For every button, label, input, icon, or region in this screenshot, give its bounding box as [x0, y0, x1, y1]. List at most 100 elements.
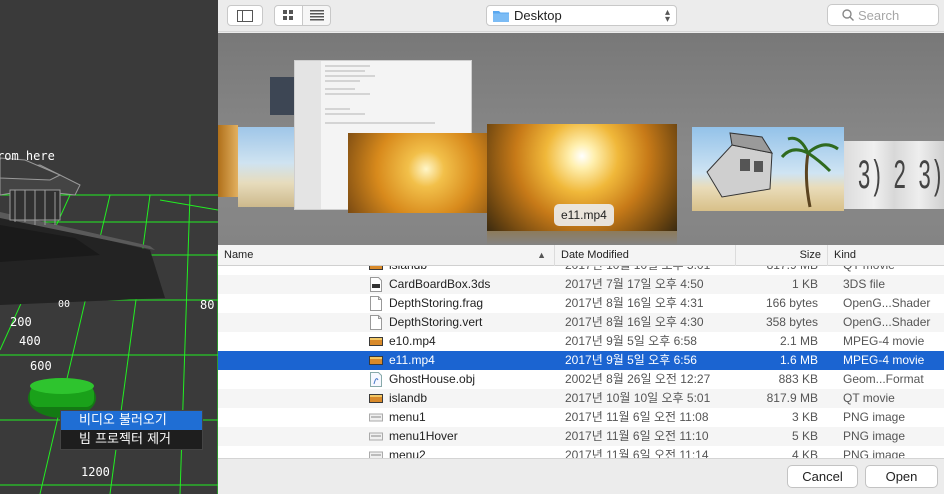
menu-item-remove-projector[interactable]: 빔 프로젝터 제거 — [61, 430, 202, 449]
file-size: 3 KB — [791, 410, 818, 424]
file-size: 817.9 MB — [766, 391, 818, 405]
file-name: DepthStoring.vert — [389, 315, 483, 329]
axis-label: 200 — [10, 315, 32, 329]
file-kind: MPEG-4 movie — [843, 334, 925, 348]
icon-view-button[interactable] — [274, 5, 303, 26]
search-icon — [842, 9, 854, 21]
file-name: CardBoardBox.3ds — [389, 277, 491, 291]
context-menu: 비디오 불러오기 빔 프로젝터 제거 — [60, 410, 203, 450]
file-kind: Geom...Format — [843, 372, 924, 386]
view-mode-control — [274, 5, 331, 26]
file-row[interactable]: menu1Hover 2017년 11월 6일 오전 11:10 5 KB PNG i… — [218, 427, 944, 446]
file-kind: QT movie — [843, 266, 944, 275]
list-header: Name ▲ Date Modified Size Kind — [218, 245, 944, 266]
file-kind: MPEG-4 movie — [843, 353, 925, 367]
file-row[interactable]: menu1 2017년 11월 6일 오전 11:08 3 KB PNG image — [218, 408, 944, 427]
obj-file-icon — [369, 372, 383, 387]
column-date-label: Date Modified — [561, 249, 629, 261]
house-palm-art — [706, 132, 839, 208]
axis-label: 400 — [19, 334, 41, 348]
sort-ascending-icon: ▲ — [537, 250, 546, 260]
3d-viewport[interactable]: rom here 200 400 600 1200 00 80 비디오 불러오기… — [0, 0, 218, 494]
file-size: 5 KB — [791, 429, 818, 443]
file-row[interactable]: islandb2017년 10월 10일 오후 5:01817.9 MBQT m… — [218, 266, 944, 275]
dialog-bottom-bar: Cancel Open — [218, 458, 944, 494]
file-name: menu2 — [389, 448, 426, 458]
document-icon — [369, 296, 383, 311]
cover-caption: e11.mp4 — [554, 204, 614, 226]
grid-icon — [283, 10, 293, 20]
image-icon — [369, 410, 383, 425]
image-icon — [369, 448, 383, 458]
column-header-size[interactable]: Size — [736, 245, 828, 266]
search-input[interactable] — [858, 7, 928, 23]
thumbnail-right-stack: 3) 2 3) — [844, 141, 944, 209]
screen: rom here 200 400 600 1200 00 80 비디오 불러오기… — [0, 0, 944, 494]
file-name: islandb — [389, 266, 567, 275]
file-size: 166 bytes — [765, 296, 818, 310]
file-size: 1.6 MB — [779, 353, 818, 367]
file-row[interactable]: menu2 2017년 11월 6일 오전 11:14 4 KB PNG image — [218, 446, 944, 458]
movie-icon — [369, 353, 383, 368]
temple-model — [0, 157, 81, 225]
thumbnail-autumn-left — [348, 133, 490, 213]
file-kind: QT movie — [843, 391, 895, 405]
list-icon — [309, 10, 324, 21]
axis-label: 600 — [30, 359, 52, 373]
cancel-button[interactable]: Cancel — [787, 465, 858, 488]
column-name-label: Name — [224, 249, 254, 261]
file-row[interactable]: GhostHouse.obj 2002년 8월 26일 오전 12:27 883 K… — [218, 370, 944, 389]
dialog-toolbar: Desktop ▴ ▾ — [218, 0, 944, 32]
chevron-updown-icon: ▴ ▾ — [664, 7, 670, 25]
file-name: e11.mp4 — [389, 353, 435, 367]
column-header-date[interactable]: Date Modified — [555, 245, 736, 266]
open-button[interactable]: Open — [865, 465, 938, 488]
file-kind: PNG image — [843, 448, 906, 458]
file-name: DepthStoring.frag — [389, 296, 484, 310]
file-name: menu1 — [389, 410, 426, 424]
file-row[interactable]: islandb2017년 10월 10일 오후 5:01817.9 MBQT m… — [218, 389, 944, 408]
cover-flow[interactable]: e11.mp4 3) 2 3) — [218, 33, 944, 245]
3ds-file-icon — [369, 277, 383, 292]
location-label: Desktop — [514, 8, 562, 23]
movie-icon — [369, 334, 383, 349]
file-row[interactable]: DepthStoring.frag 2017년 8월 16일 오후 4:31 166… — [218, 294, 944, 313]
file-list[interactable]: islandb2017년 10월 10일 오후 5:01817.9 MBQT m… — [218, 266, 944, 458]
movie-icon — [369, 266, 383, 273]
search-field[interactable] — [827, 4, 939, 26]
column-header-name[interactable]: Name ▲ — [218, 245, 555, 266]
list-view-button[interactable] — [303, 5, 331, 26]
file-kind: PNG image — [843, 429, 906, 443]
movie-icon — [369, 391, 383, 406]
axis-label: 00 — [58, 299, 71, 310]
document-icon — [369, 315, 383, 330]
viewport-overlay-text: rom here — [0, 149, 55, 163]
folder-icon — [493, 10, 509, 22]
file-row[interactable]: e10.mp4 2017년 9월 5일 오후 6:58 2.1 MB MPEG-4 m… — [218, 332, 944, 351]
column-kind-label: Kind — [834, 249, 857, 261]
column-header-kind[interactable]: Kind — [828, 245, 944, 266]
file-kind: OpenG...Shader — [843, 315, 931, 329]
thumbnail-text: 3) 2 3) — [858, 153, 944, 197]
open-file-dialog: Desktop ▴ ▾ Search e11.mp4 3) 2 3) Name … — [218, 0, 944, 494]
column-size-label: Size — [799, 249, 821, 261]
file-row[interactable]: DepthStoring.vert 2017년 8월 16일 오후 4:30 358… — [218, 313, 944, 332]
file-size: 817.9 MB — [718, 266, 818, 275]
sidebar-toggle-button[interactable] — [227, 5, 263, 26]
file-kind: 3DS file — [843, 277, 886, 291]
location-popup[interactable]: Desktop ▴ ▾ — [486, 5, 677, 26]
file-kind: PNG image — [843, 410, 906, 424]
file-kind: OpenG...Shader — [843, 296, 931, 310]
file-name: e10.mp4 — [389, 334, 436, 348]
file-size: 358 bytes — [765, 315, 818, 329]
axis-label: 80 — [200, 298, 215, 312]
image-icon — [369, 429, 383, 444]
file-row[interactable]: e11.mp4 2017년 9월 5일 오후 6:56 1.6 MB MPEG-4 m… — [218, 351, 944, 370]
file-name: menu1Hover — [389, 429, 458, 443]
file-size: 4 KB — [791, 448, 818, 458]
thumbnail-reflection — [487, 231, 677, 245]
thumbnail-left-edge — [218, 125, 238, 197]
file-row[interactable]: CardBoardBox.3ds 2017년 7월 17일 오후 4:50 1 KB… — [218, 275, 944, 294]
file-name: islandb — [389, 391, 428, 405]
menu-item-load-video[interactable]: 비디오 불러오기 — [61, 411, 202, 430]
